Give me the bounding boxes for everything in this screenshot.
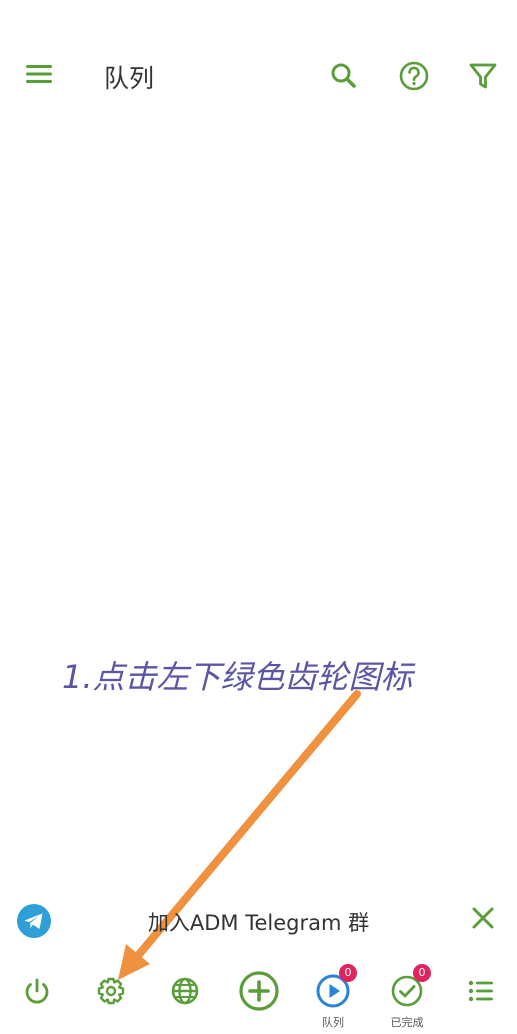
menu-button[interactable] [20, 58, 60, 92]
globe-icon [171, 977, 199, 1005]
tutorial-annotation: 1.点击左下绿色齿轮图标 [0, 648, 517, 698]
gear-icon [97, 977, 125, 1005]
add-download-button[interactable] [229, 962, 289, 1032]
search-icon [331, 63, 356, 88]
top-app-bar: 队列 [0, 40, 517, 110]
close-icon [472, 907, 494, 929]
telegram-banner[interactable]: 加入ADM Telegram 群 [0, 895, 517, 945]
list-icon [468, 980, 493, 1002]
filter-button[interactable] [466, 58, 500, 94]
banner-text: 加入ADM Telegram 群 [147, 911, 370, 935]
settings-button[interactable] [81, 962, 141, 1032]
bottom-toolbar: 0 队列 0 已完成 [0, 962, 517, 1034]
help-button[interactable] [396, 58, 432, 94]
power-button[interactable] [7, 962, 67, 1032]
search-button[interactable] [326, 58, 362, 94]
completed-tab[interactable]: 0 已完成 [377, 962, 437, 1032]
page-title: 队列 [104, 64, 155, 93]
power-icon [25, 978, 49, 1004]
queue-badge: 0 [339, 964, 357, 982]
annotation-text: 1.点击左下绿色齿轮图标 [62, 658, 413, 696]
queue-tab-label: 队列 [322, 1016, 344, 1029]
browser-button[interactable] [155, 962, 215, 1032]
completed-tab-label: 已完成 [390, 1016, 424, 1029]
queue-tab[interactable]: 0 队列 [303, 962, 363, 1032]
filter-icon [469, 63, 497, 89]
add-circle-icon [239, 971, 279, 1011]
help-circle-icon [399, 61, 429, 91]
close-banner-button[interactable] [468, 903, 498, 933]
list-button[interactable] [451, 962, 511, 1032]
arrow-icon [118, 690, 361, 980]
completed-badge: 0 [413, 964, 431, 982]
hamburger-menu-icon [26, 65, 52, 83]
